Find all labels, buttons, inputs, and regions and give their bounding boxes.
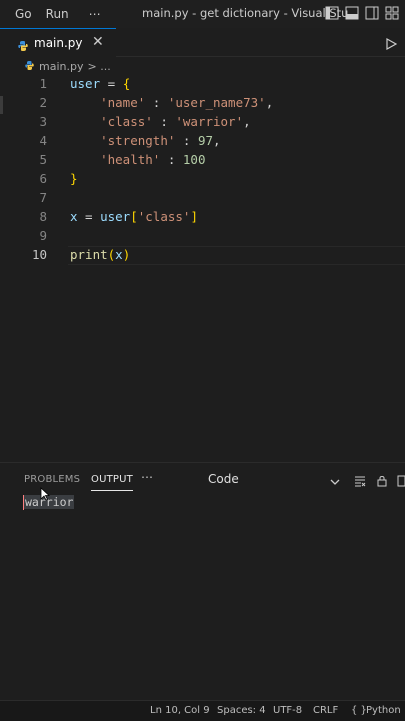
status-eol[interactable]: CRLF	[313, 705, 338, 716]
token-colon: :	[152, 114, 176, 129]
line-number: 5	[39, 152, 47, 167]
run-python-file-icon[interactable]	[385, 35, 398, 54]
code-line: 3 'class' : 'warrior',	[0, 114, 405, 133]
breadcrumb-symbols[interactable]: > ...	[87, 60, 110, 73]
line-number: 2	[39, 95, 47, 110]
line-number: 3	[39, 114, 47, 129]
menu-run[interactable]: Run	[46, 7, 69, 21]
token-number: 100	[182, 152, 206, 167]
token-var: x	[70, 209, 78, 224]
line-number: 9	[39, 228, 47, 243]
token-colon: :	[160, 152, 183, 167]
bottom-panel: PROBLEMS OUTPUT ⋯ Code warrior	[0, 462, 405, 701]
mouse-pointer-icon	[40, 486, 51, 505]
token-op: =	[100, 76, 123, 91]
panel-more-icon[interactable]: ⋯	[141, 470, 153, 484]
breadcrumb: main.py > ...	[0, 58, 405, 74]
code-line: 9	[0, 228, 405, 247]
token-comma: ,	[243, 114, 251, 129]
layout-controls	[325, 6, 399, 20]
token-function: print	[70, 247, 108, 262]
line-number: 4	[39, 133, 47, 148]
code-line: 7	[0, 190, 405, 209]
status-indentation[interactable]: Spaces: 4	[217, 705, 266, 716]
code-line: 6 }	[0, 171, 405, 190]
clear-output-icon[interactable]	[354, 472, 366, 491]
token-number: 97	[197, 133, 214, 148]
customize-layout-icon[interactable]	[385, 6, 399, 20]
code-line: 2 'name' : 'user_name73',	[0, 95, 405, 114]
token-bracket: ]	[190, 209, 198, 224]
token-var: x	[115, 247, 123, 262]
token-key: 'name'	[100, 95, 146, 110]
output-channel-select[interactable]: Code	[208, 472, 239, 486]
toggle-primary-sidebar-icon[interactable]	[325, 6, 339, 20]
status-bar: Ln 10, Col 9 Spaces: 4 UTF-8 CRLF { } Py…	[0, 700, 405, 721]
token-comma: ,	[213, 133, 221, 148]
copy-icon[interactable]	[397, 472, 405, 491]
line-number: 8	[39, 209, 47, 224]
line-number: 7	[39, 190, 47, 205]
python-file-icon	[17, 37, 29, 56]
token-value: 'warrior'	[175, 114, 244, 129]
code-line: 5 'health' : 100	[0, 152, 405, 171]
title-bar: Go Run ⋯ main.py - get dictionary - Visu…	[0, 0, 405, 28]
token-value: 'user_name73'	[167, 95, 266, 110]
code-line: 1 user = {	[0, 76, 405, 95]
tab-main-py[interactable]: main.py ✕	[0, 28, 116, 57]
token-colon: :	[175, 133, 198, 148]
token-var: user	[70, 76, 101, 91]
token-brace: {	[122, 76, 131, 91]
toggle-panel-icon[interactable]	[345, 6, 359, 20]
breadcrumb-python-icon	[24, 60, 35, 74]
menu-go[interactable]: Go	[15, 7, 32, 21]
token-bracket: [	[130, 209, 138, 224]
tab-problems[interactable]: PROBLEMS	[24, 474, 80, 485]
status-cursor-position[interactable]: Ln 10, Col 9	[150, 705, 210, 716]
tab-output[interactable]: OUTPUT	[91, 474, 133, 491]
toggle-secondary-sidebar-icon[interactable]	[365, 6, 379, 20]
line-number: 10	[31, 247, 47, 262]
curly-braces-icon: { }	[351, 705, 367, 716]
token-comma: ,	[265, 95, 274, 110]
token-key: 'class'	[137, 209, 191, 224]
tab-label: main.py	[34, 36, 83, 50]
editor-tab-bar: main.py ✕	[0, 28, 405, 57]
token-brace: }	[70, 171, 78, 186]
token-key: 'class'	[100, 114, 153, 129]
token-key: 'strength'	[100, 133, 176, 148]
lock-icon[interactable]	[376, 472, 388, 491]
menu-more[interactable]: ⋯	[89, 7, 101, 21]
tab-close-icon[interactable]: ✕	[92, 34, 104, 50]
status-encoding[interactable]: UTF-8	[273, 705, 302, 716]
line-number: 6	[39, 171, 47, 186]
code-line: 4 'strength' : 97,	[0, 133, 405, 152]
status-language[interactable]: Python	[366, 705, 401, 716]
token-colon: :	[145, 95, 168, 110]
chevron-down-icon[interactable]	[330, 472, 340, 491]
token-op: =	[77, 209, 101, 224]
breadcrumb-file[interactable]: main.py	[39, 60, 83, 73]
code-line-current: 10 print(x)	[0, 247, 405, 266]
token-key: 'health'	[100, 152, 161, 167]
code-line: 8 x = user['class']	[0, 209, 405, 228]
code-editor[interactable]: 1 user = { 2 'name' : 'user_name73', 3 '…	[0, 74, 405, 462]
line-number: 1	[39, 76, 47, 91]
token-var: user	[100, 209, 131, 224]
token-paren: )	[122, 247, 131, 262]
